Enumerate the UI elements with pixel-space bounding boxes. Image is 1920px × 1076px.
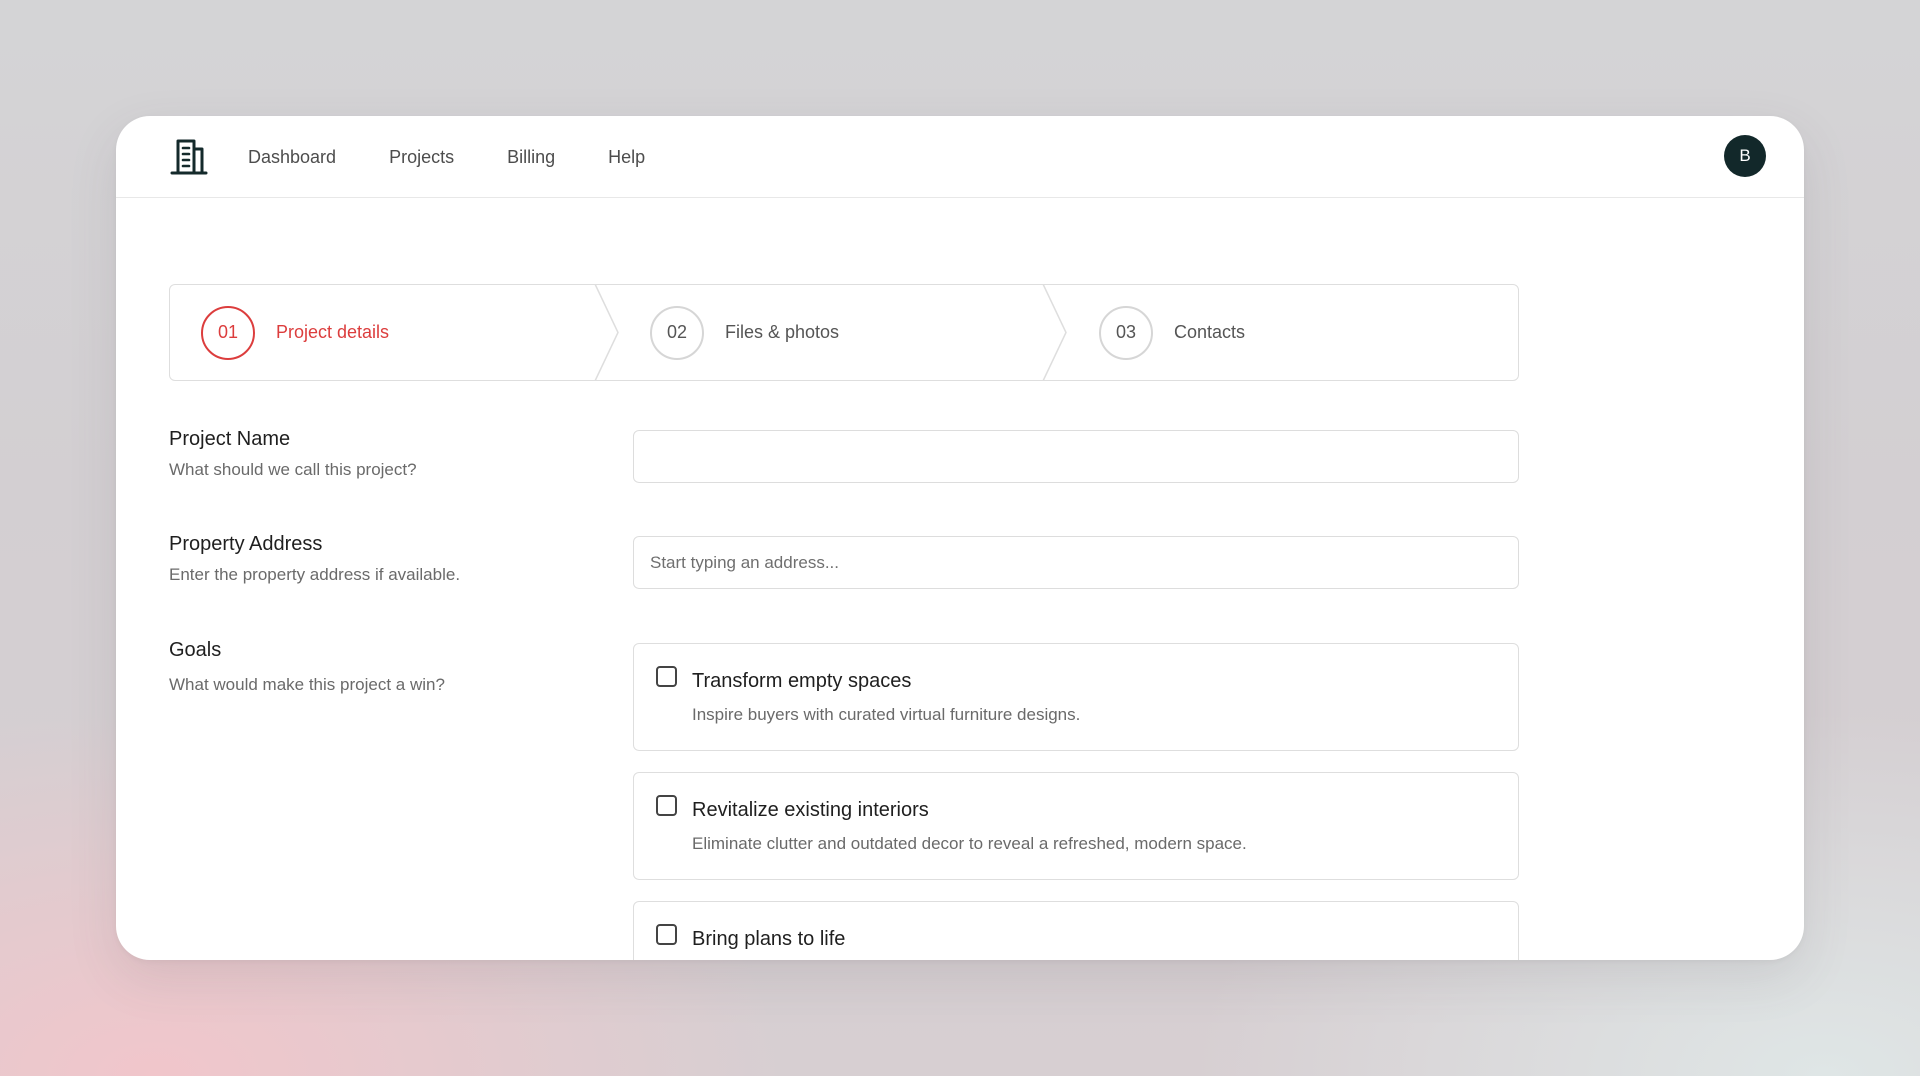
goal-description: Inspire buyers with curated virtual furn… — [692, 705, 1081, 724]
goal-checkbox[interactable] — [656, 795, 677, 816]
step-files-photos[interactable]: 02 Files & photos — [650, 285, 839, 380]
nav-link-projects[interactable]: Projects — [389, 147, 454, 168]
step-divider-chevron — [594, 284, 619, 381]
step-divider-chevron — [1042, 284, 1067, 381]
goal-checkbox[interactable] — [656, 666, 677, 687]
nav-link-billing[interactable]: Billing — [507, 147, 555, 168]
step-number: 02 — [650, 305, 704, 360]
goal-title: Bring plans to life — [692, 928, 846, 950]
step-label: Contacts — [1174, 322, 1246, 342]
nav-link-help[interactable]: Help — [608, 147, 645, 168]
top-navbar: Dashboard Projects Billing Help B — [116, 116, 1804, 198]
goal-title: Revitalize existing interiors — [692, 799, 929, 821]
project-name-input[interactable] — [633, 430, 1519, 483]
property-address-input[interactable] — [633, 536, 1519, 589]
building-icon[interactable] — [169, 136, 209, 176]
nav-link-dashboard[interactable]: Dashboard — [248, 147, 336, 168]
goal-checkbox[interactable] — [656, 924, 677, 945]
step-label: Project details — [276, 322, 390, 342]
project-name-row: Project Name What should we call this pr… — [169, 428, 1519, 483]
user-avatar[interactable]: B — [1724, 135, 1766, 177]
goal-title: Transform empty spaces — [692, 670, 912, 692]
goal-option-bring-plans-to-life[interactable]: Bring plans to life — [633, 901, 1519, 960]
step-contacts[interactable]: 03 Contacts — [1099, 285, 1245, 380]
step-project-details[interactable]: 01 Project details — [201, 285, 389, 380]
goal-description: Eliminate clutter and outdated decor to … — [692, 834, 1247, 853]
goal-option-transform-empty-spaces[interactable]: Transform empty spaces Inspire buyers wi… — [633, 643, 1519, 751]
step-number: 01 — [201, 305, 255, 360]
progress-stepper: 01 Project details 02 Files & photos 03 … — [169, 284, 1519, 381]
goals-row: Goals What would make this project a win… — [169, 639, 1519, 960]
goal-option-revitalize-interiors[interactable]: Revitalize existing interiors Eliminate … — [633, 772, 1519, 880]
property-address-row: Property Address Enter the property addr… — [169, 533, 1519, 589]
nav-links: Dashboard Projects Billing Help — [248, 116, 698, 198]
step-number: 03 — [1099, 305, 1153, 360]
app-window: Dashboard Projects Billing Help B 01 Pro… — [116, 116, 1804, 960]
step-label: Files & photos — [725, 322, 840, 342]
